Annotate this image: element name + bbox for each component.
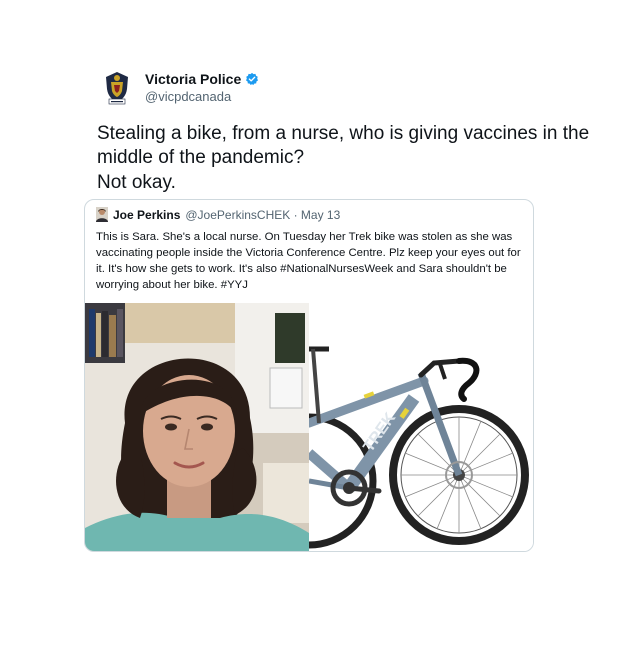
quoted-tweet-card[interactable]: Joe Perkins @JoePerkinsCHEK · May 13 Thi… [84, 199, 534, 552]
police-crest-icon [106, 72, 128, 105]
author-name-row[interactable]: Victoria Police [145, 71, 259, 87]
quoted-tweet-header: Joe Perkins @JoePerkinsCHEK · May 13 [96, 207, 340, 222]
tweet-text-second-line: Not okay. [97, 172, 176, 193]
verified-badge-icon [246, 72, 259, 86]
quoted-tweet-text: This is Sara. She's a local nurse. On Tu… [96, 231, 521, 291]
quoted-tweet-media[interactable]: TREK [85, 303, 533, 551]
author-avatar[interactable] [103, 71, 131, 105]
quoted-author-name[interactable]: Joe Perkins [113, 208, 180, 222]
nurse-portrait-photo[interactable] [85, 303, 309, 551]
tweet-text: Stealing a bike, from a nurse, who is gi… [97, 123, 590, 168]
author-handle[interactable]: @vicpdcanada [145, 89, 231, 104]
bicycle-photo[interactable]: TREK [309, 303, 533, 551]
quoted-author-meta[interactable]: @JoePerkinsCHEK · May 13 [185, 208, 340, 222]
author-name[interactable]: Victoria Police [145, 71, 241, 87]
quoted-author-avatar[interactable] [96, 207, 108, 222]
